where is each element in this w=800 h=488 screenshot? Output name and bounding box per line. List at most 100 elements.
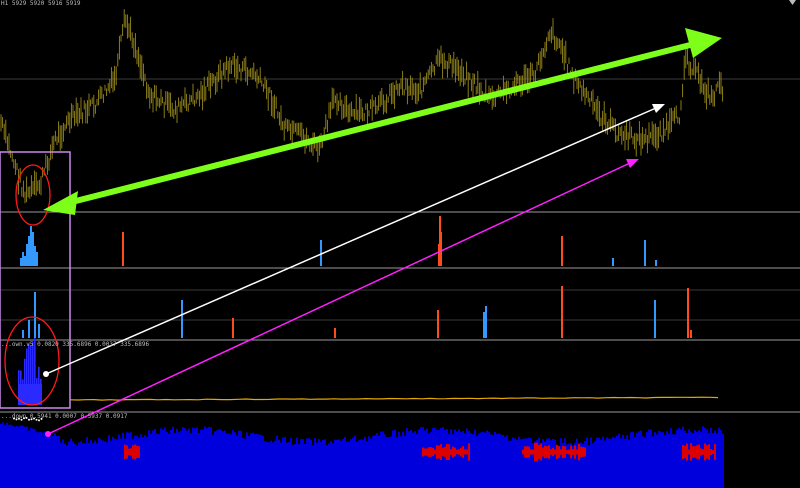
volume-bar: [364, 436, 366, 488]
volume-bar: [516, 440, 518, 488]
volume-bar: [688, 429, 690, 488]
volume-bar: [626, 435, 628, 488]
volume-bar: [718, 427, 720, 488]
histogram-bar: [38, 324, 40, 338]
volume-bar: [204, 426, 206, 488]
volume-bar: [422, 427, 424, 488]
volume-bar-bear: [132, 445, 134, 459]
volume-bar: [224, 430, 226, 488]
volume-bar: [630, 432, 632, 488]
volume-bar: [40, 432, 42, 488]
volume-bar: [108, 435, 110, 488]
volume-bar-bear: [436, 445, 438, 459]
volume-bar: [260, 434, 262, 488]
volume-bar: [122, 432, 124, 488]
volume-bar: [162, 429, 164, 488]
histogram-bar: [232, 318, 234, 338]
volume-bar: [476, 436, 478, 488]
histogram-bar: [28, 320, 30, 338]
volume-bar: [600, 439, 602, 488]
volume-bar: [268, 442, 270, 488]
volume-bar: [680, 429, 682, 488]
volume-bar: [130, 432, 132, 488]
volume-bar: [484, 432, 486, 488]
volume-bar: [634, 437, 636, 488]
volume-bar: [404, 435, 406, 488]
volume-bar: [414, 431, 416, 488]
volume-bar: [644, 437, 646, 488]
volume-bar: [116, 439, 118, 488]
green-trend-arrow[interactable]: [43, 28, 722, 215]
volume-bar: [356, 441, 358, 488]
histogram-bar: [644, 240, 646, 266]
volume-bar: [136, 435, 138, 488]
volume-bar: [604, 440, 606, 488]
volume-bar-bear: [688, 449, 690, 455]
volume-bar: [212, 434, 214, 488]
volume-bar: [620, 438, 622, 488]
volume-bar-bear: [524, 446, 526, 458]
volume-bar: [180, 430, 182, 488]
volume-bar: [86, 437, 88, 488]
volume-bar: [22, 425, 24, 488]
volume-bar: [506, 435, 508, 488]
volume-bar: [482, 432, 484, 488]
volume-bar: [490, 434, 492, 488]
volume-bar: [494, 431, 496, 488]
chart-shift-marker-icon[interactable]: [789, 0, 796, 5]
volume-bar: [498, 433, 500, 488]
volume-bar: [192, 427, 194, 488]
volume-bar: [310, 439, 312, 488]
volume-bar: [554, 439, 556, 488]
volume-bar: [412, 432, 414, 488]
volume-bar: [606, 437, 608, 488]
volume-bar-bear: [422, 447, 424, 457]
histogram-bar: [654, 300, 656, 338]
volume-bar-bear: [560, 449, 562, 455]
volume-bar: [240, 430, 242, 488]
volume-bar: [158, 434, 160, 488]
volume-bar: [700, 432, 702, 488]
volume-bar: [564, 438, 566, 488]
volume-bar: [138, 437, 140, 488]
volume-bar: [186, 430, 188, 488]
histogram-bar: [440, 232, 442, 266]
volume-bar-bear: [452, 446, 454, 458]
volume-bar: [246, 432, 248, 488]
volume-bar-bear: [706, 445, 708, 459]
volume-bar-bear: [530, 449, 532, 455]
indicator-histogram-2: [22, 286, 692, 338]
volume-bar-bear: [434, 449, 436, 455]
volume-bar: [178, 432, 180, 488]
volume-bar: [216, 430, 218, 488]
magenta-trend-arrow[interactable]: [45, 159, 639, 437]
volume-bar: [712, 433, 714, 488]
volume-bar: [658, 430, 660, 488]
volume-bar: [314, 438, 316, 488]
volume-bar-bear: [554, 449, 556, 455]
volume-bar-bear: [542, 447, 544, 457]
volume-bar-bear: [440, 444, 442, 460]
histogram-bar: [483, 312, 485, 338]
volume-bar: [400, 436, 402, 488]
volume-bar: [60, 442, 62, 488]
volume-bar: [514, 438, 516, 488]
white-trend-arrow[interactable]: [43, 104, 665, 377]
volume-bar: [518, 436, 520, 488]
volume-bar-bear: [444, 446, 446, 458]
volume-bar: [100, 439, 102, 488]
volume-bar: [52, 435, 54, 488]
volume-bar-bear: [424, 448, 426, 456]
volume-bar: [462, 431, 464, 488]
volume-bar: [286, 442, 288, 488]
volume-bar: [234, 432, 236, 488]
volume-bar-bear: [526, 446, 528, 458]
indicator-histogram-1: [20, 216, 657, 266]
volume-bar: [298, 444, 300, 488]
volume-bar: [392, 430, 394, 488]
volume-bar: [576, 438, 578, 488]
volume-bar: [346, 441, 348, 488]
volume-bar-bear: [546, 446, 548, 458]
volume-bar: [236, 435, 238, 488]
circle-annotation-price[interactable]: [15, 164, 51, 226]
